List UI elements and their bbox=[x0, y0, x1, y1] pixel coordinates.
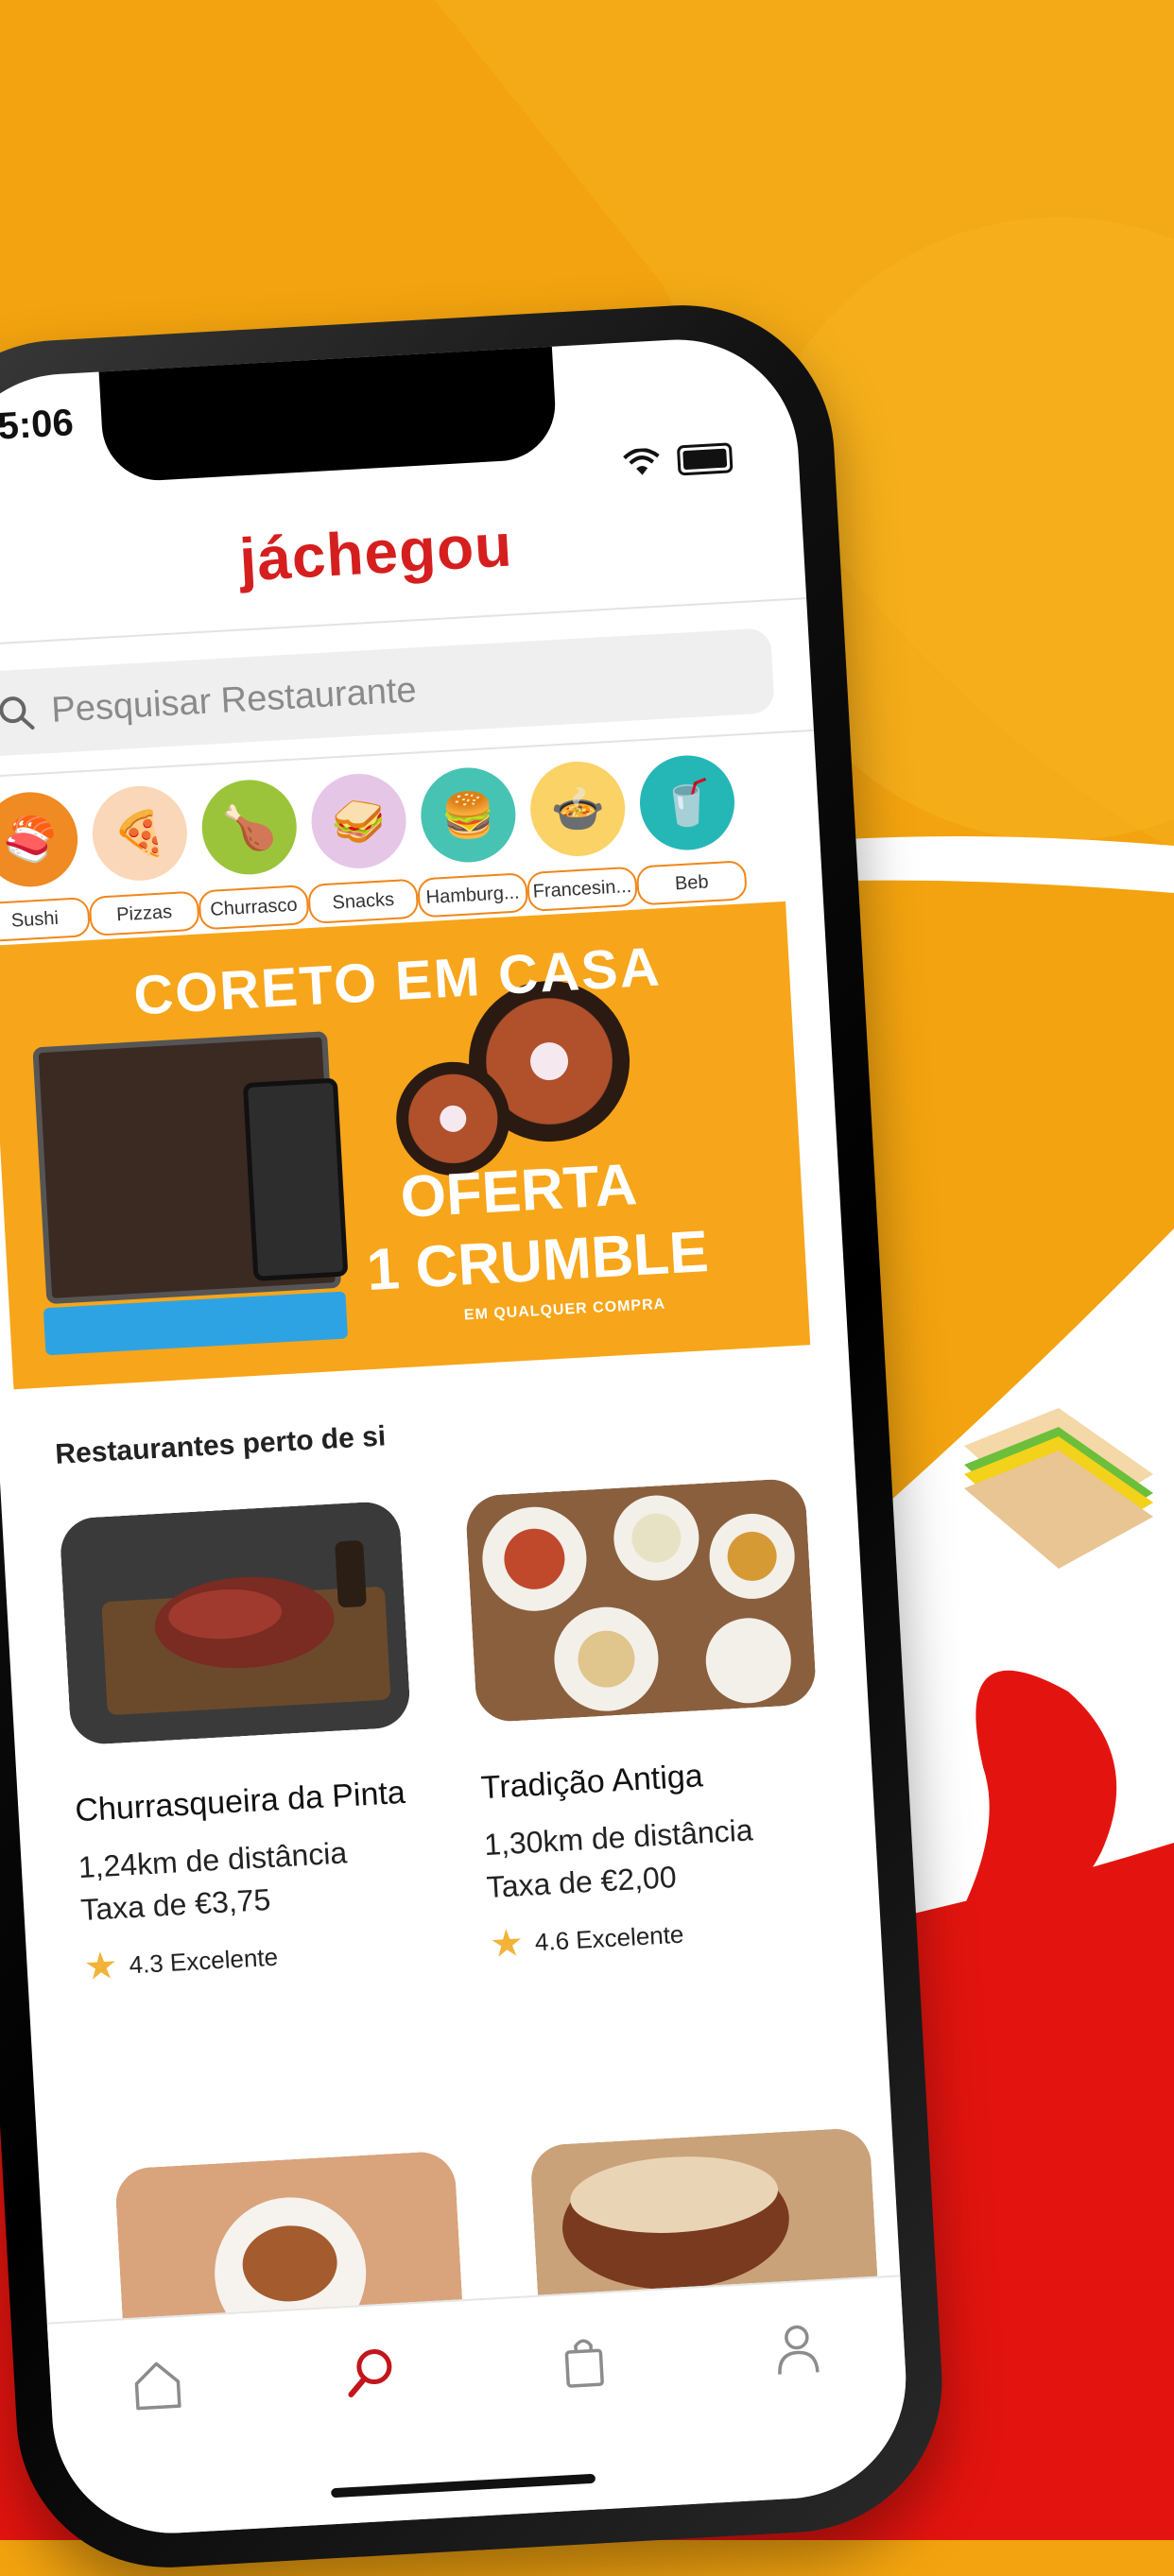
category-label: Beb bbox=[635, 860, 748, 906]
search-placeholder: Pesquisar Restaurante bbox=[50, 669, 418, 730]
tab-home[interactable] bbox=[128, 2355, 194, 2535]
tablet-image bbox=[242, 1077, 349, 1281]
restaurant-rating: ★ 4.6 Excelente bbox=[488, 1907, 831, 1966]
restaurant-name: Tradição Antiga bbox=[479, 1758, 704, 1807]
category-label: Sushi bbox=[0, 897, 91, 943]
burger-icon: 🍔 bbox=[418, 764, 519, 866]
category-label: Pizzas bbox=[88, 890, 200, 936]
category-bebidas[interactable]: 🥤 Beb bbox=[635, 752, 748, 906]
battery-icon bbox=[676, 442, 734, 476]
category-label: Francesin... bbox=[526, 866, 639, 913]
sandwich-icon: 🥪 bbox=[308, 771, 409, 871]
search-icon bbox=[0, 696, 35, 730]
category-snacks[interactable]: 🥪 Snacks bbox=[307, 771, 420, 924]
category-churrasco[interactable]: 🍗 Churrasco bbox=[198, 777, 310, 931]
category-francesinha[interactable]: 🍲 Francesin... bbox=[526, 759, 639, 913]
search-icon bbox=[348, 2349, 392, 2397]
restaurant-name: Churrasqueira da Pinta bbox=[74, 1774, 406, 1829]
section-title: Restaurantes perto de si bbox=[54, 1420, 387, 1470]
promo-banner[interactable]: CORETO EM CASA OFERTA 1 CRUMBLE EM QUALQ… bbox=[0, 901, 811, 1390]
phone-mockup: 5:06 jáchegou Pesquisar Restaurante 🍣 Su… bbox=[0, 297, 951, 2576]
francesinha-icon: 🍲 bbox=[527, 759, 628, 859]
home-icon bbox=[134, 2361, 181, 2411]
category-pizzas[interactable]: 🍕 Pizzas bbox=[88, 783, 200, 936]
user-icon bbox=[778, 2325, 820, 2375]
category-hamburgers[interactable]: 🍔 Hamburg... bbox=[417, 764, 529, 919]
wifi-icon bbox=[623, 448, 660, 475]
status-time: 5:06 bbox=[0, 402, 75, 448]
pizza-icon: 🍕 bbox=[90, 783, 190, 884]
restaurant-card[interactable]: Churrasqueira da Pinta 1,24km de distânc… bbox=[59, 1500, 425, 1989]
restaurant-image bbox=[59, 1500, 412, 1746]
drink-icon: 🥤 bbox=[637, 752, 737, 853]
banner-subtitle: EM QUALQUER COMPRA bbox=[463, 1296, 666, 1324]
sandwich-decoration bbox=[945, 1399, 1163, 1569]
star-icon: ★ bbox=[82, 1945, 119, 1989]
star-icon: ★ bbox=[488, 1922, 526, 1966]
app-logo: jáchegou bbox=[237, 510, 514, 594]
rating-text: 4.6 Excelente bbox=[534, 1919, 685, 1956]
category-label: Hamburg... bbox=[417, 872, 529, 919]
status-icons bbox=[622, 442, 734, 478]
sushi-icon: 🍣 bbox=[0, 789, 80, 890]
restaurant-image bbox=[464, 1477, 818, 1724]
category-sushi[interactable]: 🍣 Sushi bbox=[0, 789, 91, 943]
phone-screen: 5:06 jáchegou Pesquisar Restaurante 🍣 Su… bbox=[0, 333, 913, 2540]
tab-profile[interactable] bbox=[768, 2319, 834, 2499]
category-label: Snacks bbox=[307, 878, 420, 924]
banner-offer-line2: 1 CRUMBLE bbox=[365, 1219, 711, 1304]
restaurant-rating: ★ 4.3 Excelente bbox=[82, 1930, 425, 1989]
rating-text: 4.3 Excelente bbox=[128, 1942, 279, 1979]
category-label: Churrasco bbox=[198, 884, 310, 931]
drumstick-icon: 🍗 bbox=[199, 777, 300, 878]
bag-icon bbox=[564, 2339, 604, 2388]
banner-offer-line1: OFERTA bbox=[398, 1152, 639, 1231]
restaurant-card[interactable]: Tradição Antiga 1,30km de distância Taxa… bbox=[464, 1477, 831, 1966]
